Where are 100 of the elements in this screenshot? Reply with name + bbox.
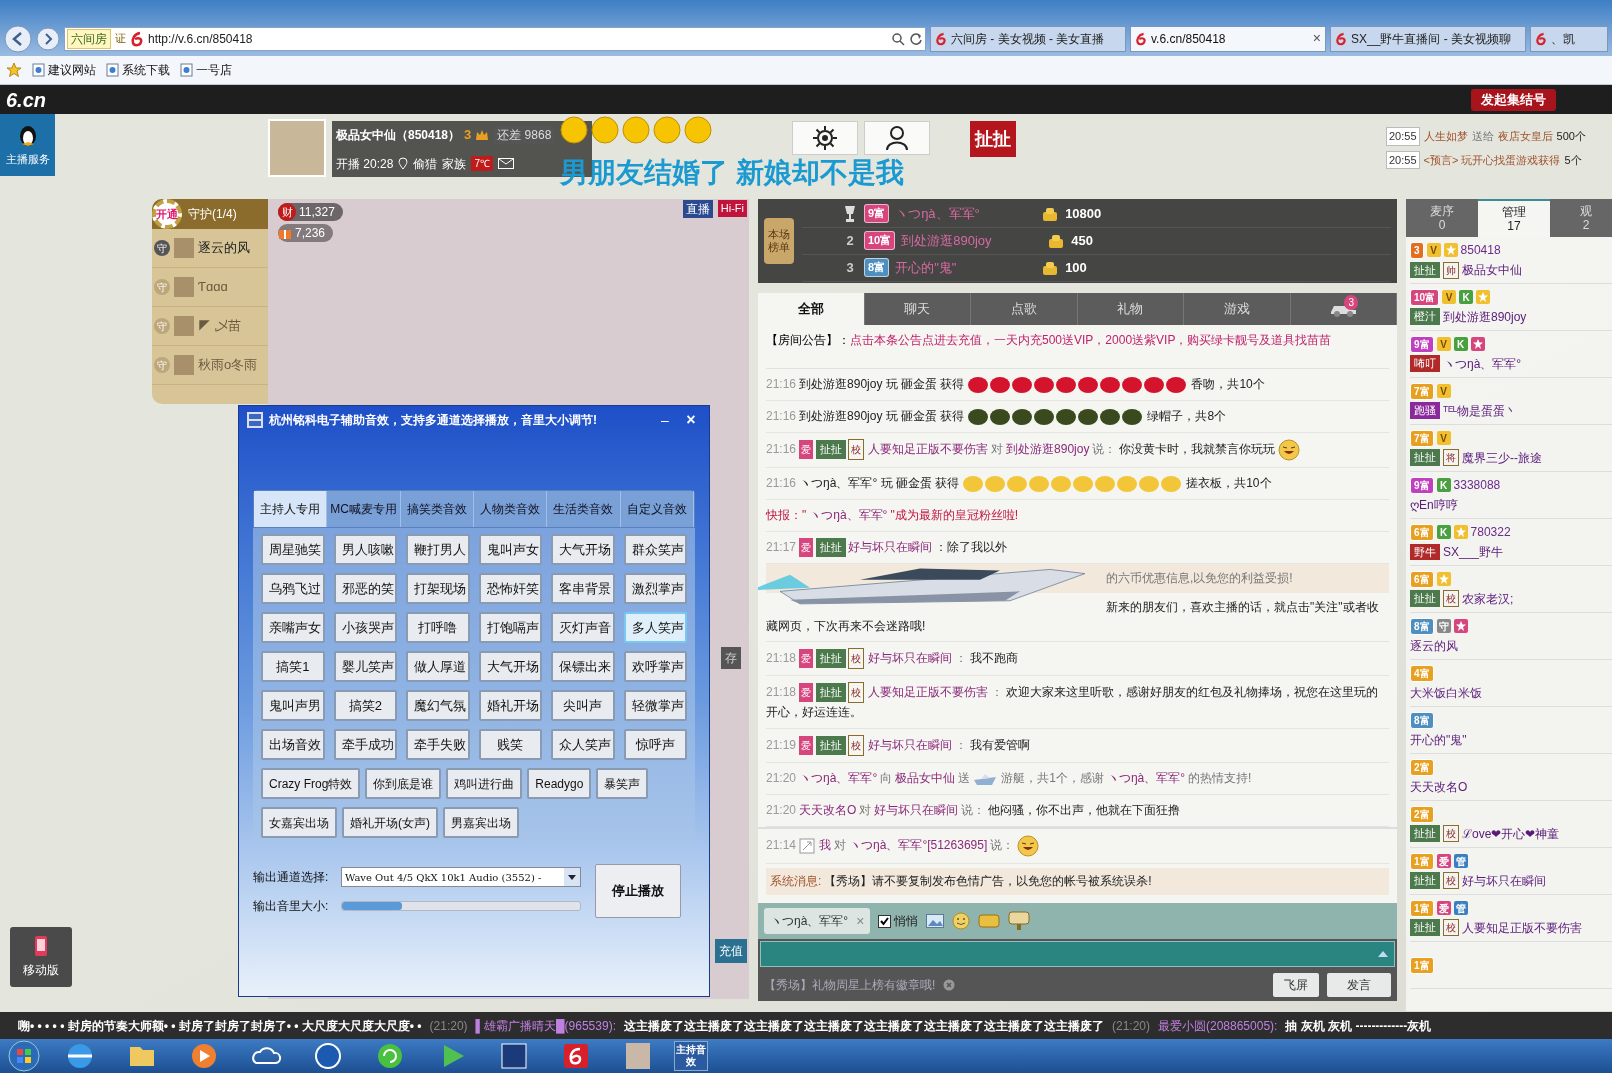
user-list-item[interactable]: 1富 爱 管 扯扯 校 好与坏只在瞬间 [1410, 848, 1612, 895]
guard-item[interactable]: 守 Ƭɑɑɑ [152, 268, 268, 307]
sound-button[interactable]: 打呼噜 [406, 612, 470, 643]
message-input[interactable] [760, 941, 1395, 967]
open-guard-button[interactable]: 开通 [152, 199, 182, 229]
sound-button[interactable]: 牵手失败 [406, 729, 470, 760]
sound-tab[interactable]: 人物类音效 [474, 491, 548, 527]
whisper-checkbox[interactable]: 悄悄 [878, 912, 919, 930]
chat-tab[interactable]: 礼物 [1077, 293, 1184, 325]
forward-icon[interactable] [36, 26, 60, 51]
sound-button[interactable]: 男人咳嗽 [333, 534, 397, 565]
sound-tab[interactable]: 搞笑类音效 [400, 491, 474, 527]
browser-tab[interactable]: SX__野牛直播间 - 美女视频聊 [1330, 25, 1526, 52]
sound-tab[interactable]: 主持人专用 [254, 491, 328, 527]
sound-button[interactable]: 鞭打男人 [406, 534, 470, 565]
browser-tab[interactable]: 六间房 - 美女视频 - 美女直播 [930, 25, 1126, 52]
sound-button[interactable]: Readygo [527, 768, 592, 799]
volume-slider[interactable] [341, 901, 581, 911]
sound-button[interactable]: 恐怖奸笑 [478, 573, 542, 604]
user-name[interactable]: ヽつŋà、军军°[51263695] [849, 838, 988, 853]
sound-button[interactable]: 打饱嗝声 [478, 612, 542, 643]
back-icon[interactable] [4, 24, 32, 53]
user-list-item[interactable]: 9富 V K 咘叮 ヽつŋà、军军° [1410, 331, 1612, 378]
favorites-star-icon[interactable] [6, 62, 22, 78]
sound-button[interactable]: 搞笑1 [261, 651, 325, 682]
image-icon[interactable] [926, 914, 945, 928]
sound-button[interactable]: 牵手成功 [333, 729, 397, 760]
user-name[interactable]: 天天改名O [799, 803, 857, 817]
sound-button[interactable]: 惊呼声 [623, 729, 687, 760]
sound-button[interactable]: Crazy Frog特效 [261, 768, 361, 799]
guard-item[interactable]: 守 秋雨o冬雨 [152, 346, 268, 385]
sound-button[interactable]: 暴笑声 [596, 768, 649, 799]
user-list-tab[interactable]: 麦序 0 [1406, 199, 1478, 237]
user-list-item[interactable]: 6富 K 780322 野牛 SX___野牛 [1410, 519, 1612, 566]
user-list-item[interactable]: 4富 大米饭白米饭 [1410, 660, 1612, 707]
sound-button[interactable]: 鬼叫声男 [261, 690, 325, 721]
sound-button[interactable]: 女嘉宾出场 [261, 807, 337, 838]
sound-button[interactable]: 轻微掌声 [623, 690, 687, 721]
sound-button[interactable]: 小孩哭声 [333, 612, 397, 643]
sound-button[interactable]: 鬼叫声女 [478, 534, 542, 565]
profile-button[interactable] [864, 121, 930, 155]
user-name[interactable]: 我 [819, 838, 832, 853]
favorite-link[interactable]: 一号店 [180, 61, 232, 79]
search-icon[interactable] [891, 31, 905, 46]
checkbox[interactable] [878, 914, 892, 928]
user-list-item[interactable]: 7富 V 跑骚 ᵀᴱᴸ物是蛋蛋丶 [1410, 378, 1612, 425]
sound-button[interactable]: 客串背景 [551, 573, 615, 604]
sound-button[interactable]: 灭灯声音 [551, 612, 615, 643]
sound-button[interactable]: 乌鸦飞过 [261, 573, 325, 604]
chat-tab[interactable]: 3 [1290, 293, 1397, 325]
sound-button[interactable]: 激烈掌声 [623, 573, 687, 604]
user-list-item[interactable]: 9富 K 3338088 ღEn哼哼 [1410, 472, 1612, 519]
guard-sign-icon[interactable] [1008, 911, 1031, 931]
user-list-item[interactable]: 6富 扯扯 校 农家老汉; [1410, 566, 1612, 613]
sound-tab[interactable]: 自定义音效 [620, 491, 694, 527]
send-button[interactable]: 发言 [1327, 973, 1391, 997]
user-list-tab[interactable]: 管理 17 [1478, 199, 1550, 237]
sound-button[interactable]: 贱笑 [478, 729, 542, 760]
browser-tab[interactable]: v.6.cn/850418 × [1130, 25, 1326, 52]
guard-item[interactable]: 守 ◤ 乄苗 [152, 307, 268, 346]
sound-button[interactable]: 邪恶的笑 [333, 573, 397, 604]
sound-button[interactable]: 做人厚道 [406, 651, 470, 682]
announcement-link[interactable]: 点击本条公告点进去充值，一天内充500送VIP，2000送紫VIP，购买绿卡靓号及道具找苗苗 [850, 333, 1332, 347]
user-list-item[interactable]: 8富 守 逐云的风 [1410, 613, 1612, 660]
sound-button[interactable]: 出场音效 [261, 729, 325, 760]
sound-tab[interactable]: MC喊麦专用 [327, 491, 401, 527]
user-list-item[interactable]: 10富 V K 橙汁 到处游逛890joy [1410, 284, 1612, 331]
sound-button[interactable]: 男嘉宾出场 [443, 807, 519, 838]
user-name[interactable]: 好与坏只在瞬间 [868, 650, 953, 665]
settings-button[interactable] [792, 121, 858, 155]
chat-tab[interactable]: 全部 [758, 293, 865, 325]
mobile-version-button[interactable]: 移动版 [10, 927, 72, 987]
user-name[interactable]: ヽつŋà、军军° [799, 771, 878, 785]
user-list-tab[interactable]: 观 2 [1550, 199, 1612, 237]
chat-tab[interactable]: 聊天 [864, 293, 971, 325]
close-icon[interactable]: × [1312, 28, 1321, 49]
sound-button[interactable]: 打架现场 [406, 573, 470, 604]
sound-button[interactable]: 婴儿笑声 [333, 651, 397, 682]
sound-button[interactable]: 大气开场 [478, 651, 542, 682]
smiley-icon[interactable] [952, 912, 971, 930]
user-name[interactable]: 到处游逛890joy [1006, 441, 1090, 456]
recipient-chip[interactable]: ヽつŋà、军军° × [764, 908, 871, 934]
user-name[interactable]: ヽつŋà、军军° [1106, 771, 1186, 785]
sound-button[interactable]: 多人笑声 [623, 612, 687, 643]
sound-button[interactable]: 群众笑声 [623, 534, 687, 565]
user-list-item[interactable]: 1富 爱 管 扯扯 校 人要知足正版不要伤害 [1410, 895, 1612, 942]
sound-button[interactable]: 欢呼掌声 [623, 651, 687, 682]
user-list-item[interactable]: 2富 扯扯 校 ℒove❤开心❤神童 [1410, 801, 1612, 848]
fly-screen-button[interactable]: 飞屏 [1273, 973, 1319, 997]
user-name[interactable]: 极品女中仙 [895, 771, 956, 785]
user-list-item[interactable]: 7富 V 扯扯 将 魔界三少--旅途 [1410, 425, 1612, 472]
service-button[interactable]: 主播服务 [0, 114, 55, 176]
address-bar[interactable]: 六间房 证 http://v.6.cn/850418 [64, 26, 926, 51]
user-name[interactable]: 好与坏只在瞬间 [874, 803, 959, 817]
sound-button[interactable]: 周星驰笑 [261, 534, 325, 565]
minimize-button[interactable]: – [655, 409, 675, 431]
mail-icon[interactable] [497, 158, 514, 169]
favorite-link[interactable]: 建议网站 [32, 61, 96, 79]
sound-button[interactable]: 大气开场 [551, 534, 615, 565]
recharge-button[interactable]: 充值 [715, 939, 747, 963]
